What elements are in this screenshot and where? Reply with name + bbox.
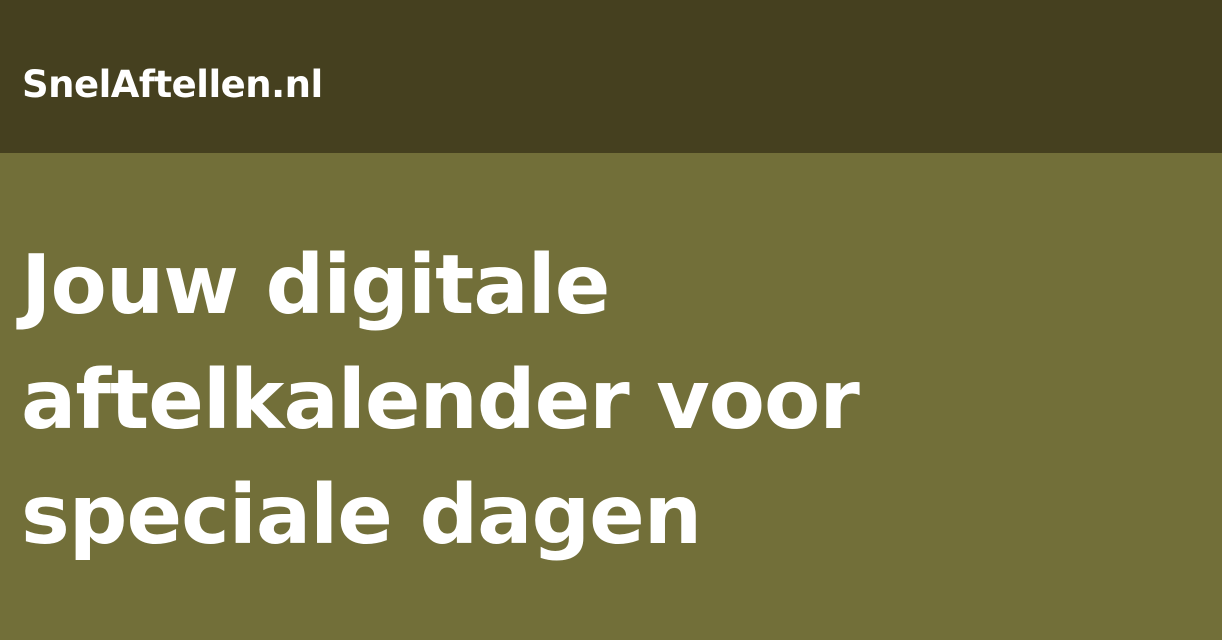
site-header: SnelAftellen.nl <box>0 0 1222 153</box>
site-logo-link[interactable]: SnelAftellen.nl <box>22 63 323 107</box>
hero-headline: Jouw digitale aftelkalender voor special… <box>21 228 1201 573</box>
headline-line: Jouw digitale <box>21 238 610 333</box>
headline-line: speciale dagen <box>21 468 702 563</box>
hero-section: Jouw digitale aftelkalender voor special… <box>0 153 1222 640</box>
headline-line: aftelkalender voor <box>21 353 860 448</box>
